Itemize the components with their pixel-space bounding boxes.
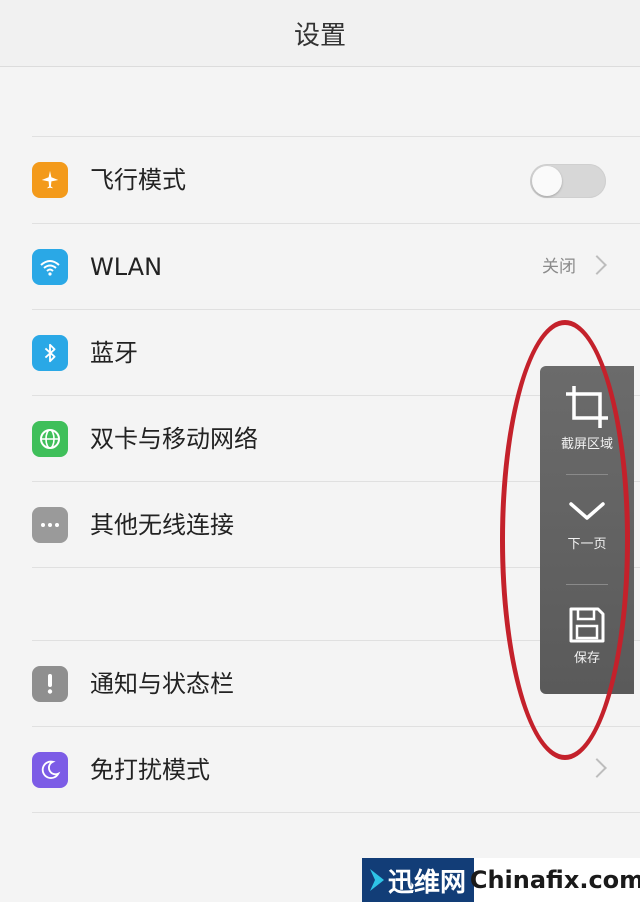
- bluetooth-label: 蓝牙: [90, 339, 138, 367]
- arrow-logo-icon: [370, 869, 384, 891]
- more-icon: [32, 507, 68, 543]
- dnd-label: 免打扰模式: [90, 756, 210, 784]
- watermark-right-text: Chinafix.com: [469, 866, 640, 894]
- moon-icon: [32, 752, 68, 788]
- airplane-icon: [32, 162, 68, 198]
- globe-icon: [32, 421, 68, 457]
- settings-row-wlan[interactable]: WLAN 关闭: [0, 224, 640, 310]
- highlight-ellipse: [500, 320, 630, 760]
- chevron-right-icon: [587, 758, 607, 778]
- dual-sim-label: 双卡与移动网络: [90, 425, 258, 453]
- airplane-mode-label: 飞行模式: [90, 166, 186, 194]
- watermark-left-text: 迅维网: [388, 867, 467, 898]
- divider: [32, 812, 640, 813]
- watermark: 迅维网 Chinafix.com: [362, 858, 640, 902]
- wifi-icon: [32, 249, 68, 285]
- notifications-label: 通知与状态栏: [90, 670, 234, 698]
- bluetooth-icon: [32, 335, 68, 371]
- settings-row-airplane[interactable]: 飞行模式: [0, 137, 640, 223]
- watermark-left: 迅维网: [362, 858, 474, 902]
- page-title: 设置: [293, 20, 346, 51]
- airplane-mode-toggle[interactable]: [530, 164, 606, 198]
- wlan-label: WLAN: [90, 253, 163, 281]
- toggle-knob: [532, 166, 562, 196]
- watermark-right: Chinafix.com: [470, 858, 640, 902]
- chevron-right-icon: [587, 255, 607, 275]
- wlan-status: 关闭: [542, 257, 576, 277]
- other-wireless-label: 其他无线连接: [90, 511, 234, 539]
- header: 设置: [0, 0, 640, 67]
- exclamation-icon: [32, 666, 68, 702]
